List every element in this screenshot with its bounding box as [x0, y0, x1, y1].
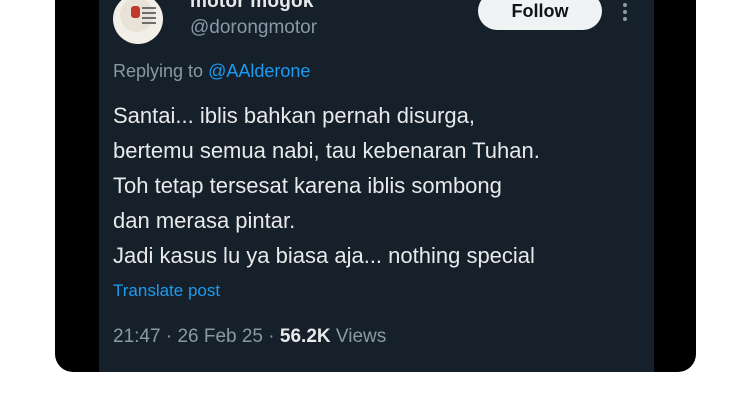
tweet-text-line: dan merasa pintar.	[113, 208, 296, 233]
tweet-text: Santai... iblis bahkan pernah disurga, b…	[113, 98, 643, 273]
more-dot	[623, 3, 627, 7]
tweet-date[interactable]: 26 Feb 25	[177, 326, 263, 347]
more-dot	[623, 10, 627, 14]
replying-prefix: Replying to	[113, 61, 204, 81]
meta-separator: ·	[165, 326, 173, 347]
user-handle[interactable]: @dorongmotor	[190, 17, 317, 39]
display-name[interactable]: motor mogok	[190, 0, 314, 13]
views-label: Views	[335, 326, 387, 347]
avatar-text-lines	[142, 7, 156, 27]
tweet-time[interactable]: 21:47	[113, 326, 161, 347]
replying-to: Replying to @AAlderone	[113, 61, 310, 82]
tweet-text-line: Santai... iblis bahkan pernah disurga,	[113, 103, 476, 128]
tweet-text-line: Jadi kasus lu ya biasa aja... nothing sp…	[113, 243, 535, 268]
follow-button[interactable]: Follow	[478, 0, 602, 30]
tweet-card: motor mogok @dorongmotor Follow Replying…	[99, 0, 654, 372]
tweet-meta: 21:47 · 26 Feb 25 · 56.2K Views	[113, 326, 386, 348]
views-count[interactable]: 56.2K	[280, 326, 331, 347]
tweet-text-line: bertemu semua nabi, tau kebenaran Tuhan.	[113, 138, 540, 163]
replying-mention-link[interactable]: @AAlderone	[208, 61, 310, 81]
more-vertical-icon[interactable]	[615, 0, 635, 24]
avatar-red-mark	[131, 6, 140, 18]
translate-post-link[interactable]: Translate post	[113, 281, 220, 301]
more-dot	[623, 17, 627, 21]
profile-avatar[interactable]	[113, 0, 163, 44]
tweet-text-line: Toh tetap tersesat karena iblis sombong	[113, 173, 502, 198]
meta-separator: ·	[268, 326, 275, 347]
avatar-image	[120, 0, 156, 32]
